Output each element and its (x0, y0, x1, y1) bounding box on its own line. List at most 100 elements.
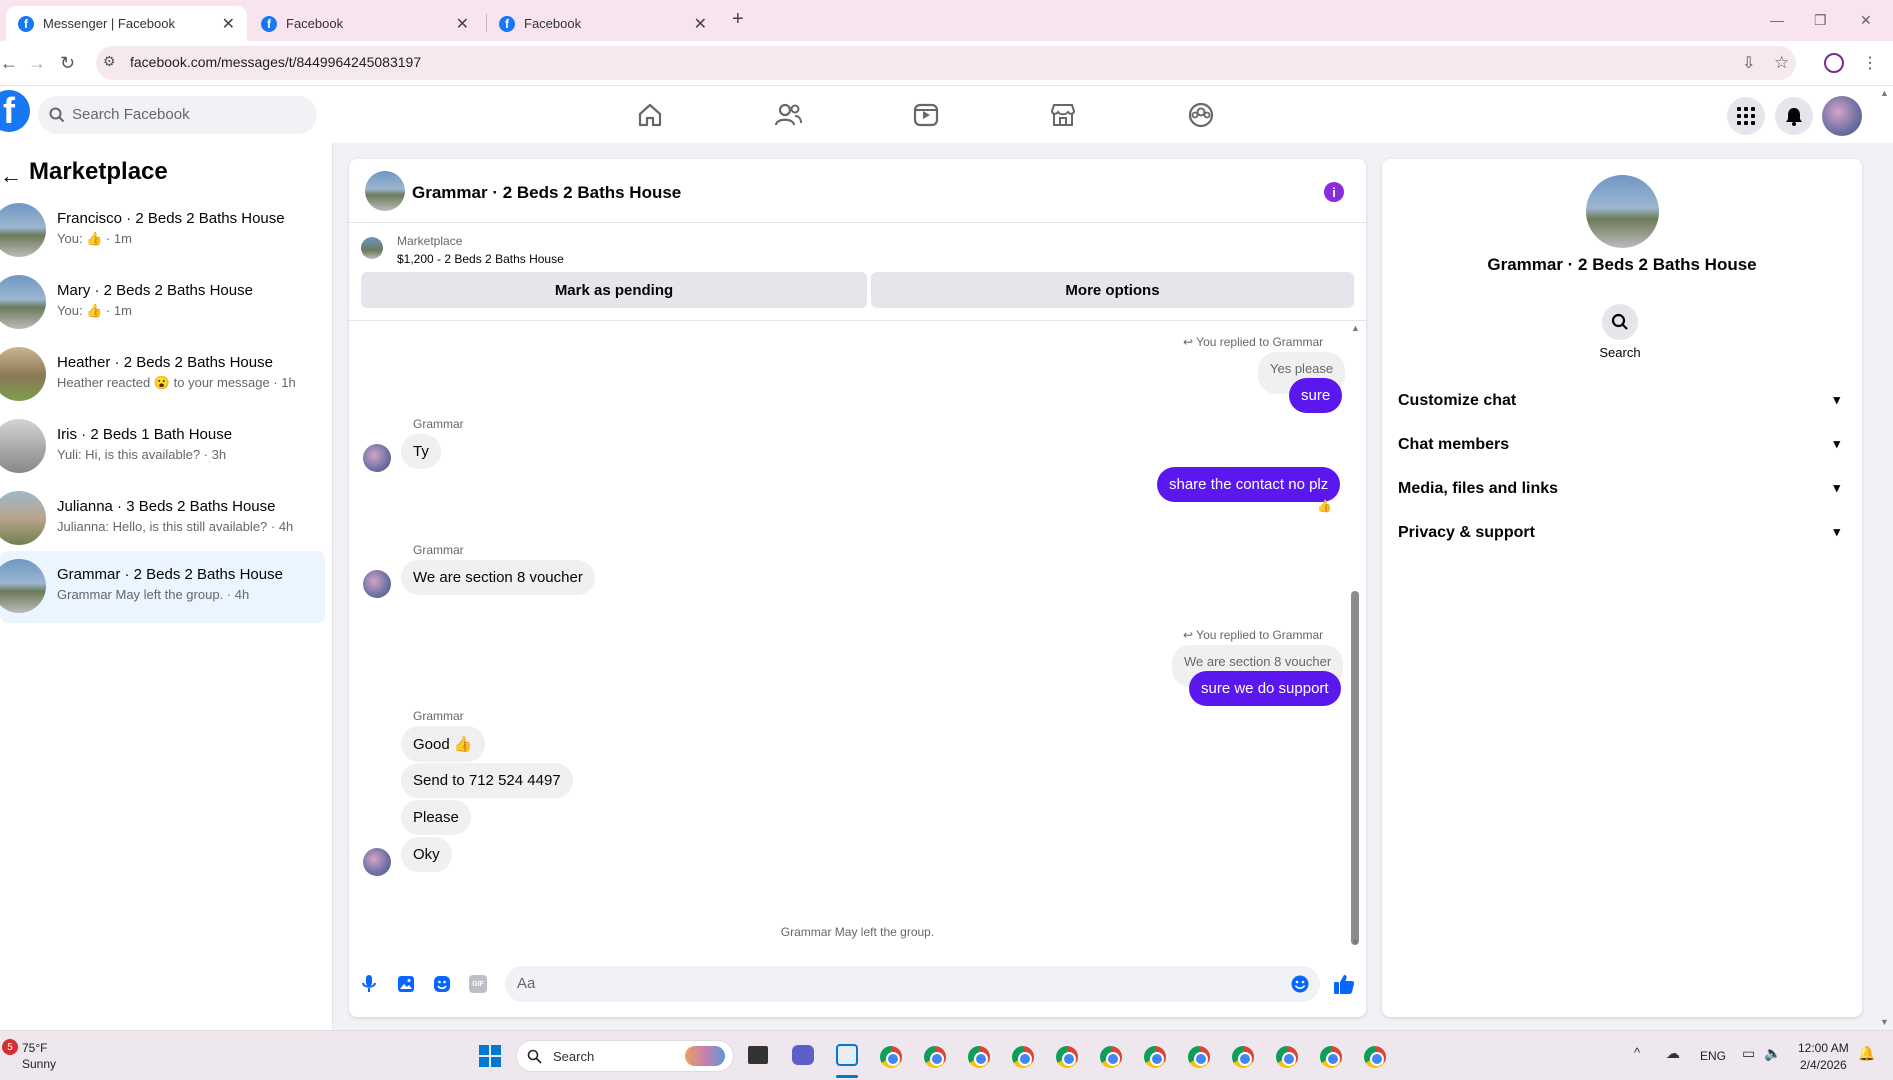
chrome-icon[interactable] (1320, 1046, 1342, 1068)
more-options-button[interactable]: More options (871, 272, 1354, 308)
reaction-thumbs-up-icon[interactable]: 👍 (1317, 499, 1332, 513)
taskbar-search-box[interactable]: Search (516, 1040, 734, 1072)
incoming-message[interactable]: Send to 712 524 4497 (401, 763, 573, 798)
incoming-message[interactable]: Good 👍 (401, 726, 485, 762)
contact-avatar[interactable] (363, 848, 391, 876)
close-tab-icon[interactable]: ✕ (694, 14, 707, 34)
outgoing-message[interactable]: sure (1289, 378, 1343, 413)
chrome-icon[interactable] (1188, 1046, 1210, 1068)
chrome-icon[interactable] (1364, 1046, 1386, 1068)
media-files-links-section[interactable]: Media, files and links ▾ (1398, 469, 1846, 509)
restore-icon[interactable]: ❐ (1814, 12, 1827, 29)
chrome-icon[interactable] (1232, 1046, 1254, 1068)
video-icon[interactable] (911, 100, 941, 130)
chat-members-section[interactable]: Chat members ▾ (1398, 425, 1846, 465)
reload-icon[interactable]: ↻ (60, 53, 75, 74)
close-tab-icon[interactable]: ✕ (222, 14, 235, 34)
forward-icon[interactable]: → (28, 53, 46, 74)
conversation-item[interactable]: Mary · 2 Beds 2 Baths House You: 👍 · 1m (0, 267, 325, 339)
conversation-item[interactable]: Julianna · 3 Beds 2 Baths House Julianna… (0, 483, 325, 555)
incoming-message[interactable]: We are section 8 voucher (401, 560, 595, 595)
chrome-icon[interactable] (1276, 1046, 1298, 1068)
conversation-item[interactable]: Iris · 2 Beds 1 Bath House Yuli: Hi, is … (0, 411, 325, 483)
weather-condition[interactable]: Sunny (22, 1057, 56, 1071)
microphone-icon[interactable] (361, 974, 377, 994)
message-input[interactable]: Aa (505, 966, 1320, 1002)
show-hidden-icons[interactable]: ^ (1634, 1045, 1640, 1060)
browser-menu-icon[interactable]: ⋮ (1862, 53, 1878, 73)
task-view-icon[interactable] (748, 1046, 768, 1064)
sticker-icon[interactable] (433, 975, 451, 993)
chat-details-thumbnail[interactable] (1586, 175, 1659, 248)
search-facebook-input[interactable]: Search Facebook (38, 96, 317, 134)
outgoing-message[interactable]: sure we do support (1189, 671, 1341, 706)
snipping-tool-icon[interactable] (836, 1044, 858, 1066)
incoming-message[interactable]: Oky (401, 837, 452, 872)
incoming-message[interactable]: Ty (401, 434, 441, 469)
install-app-icon[interactable]: ⇩ (1742, 53, 1755, 73)
clock-date[interactable]: 2/4/2026 (1800, 1058, 1847, 1072)
chat-scrollbar[interactable] (1351, 591, 1359, 945)
minimize-icon[interactable]: — (1770, 12, 1784, 28)
cloud-off-icon[interactable]: ☁ (1666, 1045, 1680, 1062)
customize-chat-section[interactable]: Customize chat ▾ (1398, 381, 1846, 421)
conversation-item-selected[interactable]: Grammar · 2 Beds 2 Baths House Grammar M… (0, 551, 325, 623)
close-window-icon[interactable]: ✕ (1860, 12, 1872, 29)
outgoing-message[interactable]: share the contact no plz (1157, 467, 1341, 502)
conversation-info-icon[interactable]: i (1324, 182, 1344, 202)
input-language[interactable]: ENG (1700, 1049, 1726, 1063)
page-scroll-up-icon[interactable]: ▲ (1880, 88, 1889, 98)
scroll-down-icon[interactable]: ▼ (1351, 937, 1360, 947)
chrome-icon[interactable] (880, 1046, 902, 1068)
contact-avatar[interactable] (363, 444, 391, 472)
close-tab-icon[interactable]: ✕ (456, 14, 469, 34)
mark-as-pending-button[interactable]: Mark as pending (361, 272, 867, 308)
scroll-up-icon[interactable]: ▲ (1351, 323, 1360, 333)
contact-avatar[interactable] (363, 570, 391, 598)
chrome-icon[interactable] (968, 1046, 990, 1068)
windows-start-icon[interactable] (479, 1045, 501, 1067)
bookmark-star-icon[interactable]: ☆ (1774, 53, 1789, 73)
notification-bell-icon[interactable]: 🔔 (1858, 1045, 1875, 1062)
volume-icon[interactable]: 🔈 (1764, 1045, 1781, 1062)
photo-icon[interactable] (397, 975, 415, 993)
temperature[interactable]: 75°F (22, 1041, 47, 1055)
back-arrow-icon[interactable]: ← (0, 163, 22, 189)
tab-facebook-2[interactable]: f Facebook ✕ (487, 6, 719, 41)
listing-thumbnail[interactable] (361, 237, 383, 259)
chrome-icon[interactable] (1100, 1046, 1122, 1068)
chrome-icon[interactable] (1144, 1046, 1166, 1068)
chat-thumbnail[interactable] (365, 171, 405, 211)
facebook-logo-icon[interactable]: f (0, 90, 30, 132)
like-thumbs-up-icon[interactable] (1333, 973, 1355, 995)
profile-icon[interactable] (1824, 53, 1844, 73)
site-info-icon[interactable]: ⚙ (103, 53, 116, 70)
groups-icon[interactable] (1186, 100, 1216, 130)
home-icon[interactable] (635, 100, 665, 130)
back-icon[interactable]: ← (0, 53, 18, 74)
search-in-conversation-button[interactable] (1602, 304, 1638, 340)
listing-title[interactable]: $1,200 - 2 Beds 2 Baths House (397, 252, 564, 266)
clock-time[interactable]: 12:00 AM (1798, 1041, 1849, 1055)
privacy-support-section[interactable]: Privacy & support ▾ (1398, 513, 1846, 553)
friends-icon[interactable] (773, 100, 803, 130)
gif-icon[interactable]: GIF (469, 975, 487, 993)
teams-icon[interactable] (792, 1045, 814, 1065)
incoming-message[interactable]: Please (401, 800, 471, 835)
menu-grid-icon[interactable] (1727, 97, 1765, 135)
account-avatar[interactable] (1822, 96, 1862, 136)
network-icon[interactable]: ▭ (1742, 1045, 1755, 1062)
chat-title[interactable]: Grammar · 2 Beds 2 Baths House (412, 183, 681, 203)
tab-facebook-1[interactable]: f Facebook ✕ (249, 6, 481, 41)
chrome-icon[interactable] (1012, 1046, 1034, 1068)
marketplace-icon[interactable] (1048, 100, 1078, 130)
conversation-item[interactable]: Francisco · 2 Beds 2 Baths House You: 👍 … (0, 195, 325, 267)
conversation-item[interactable]: Heather · 2 Beds 2 Baths House Heather r… (0, 339, 325, 411)
url-text[interactable]: facebook.com/messages/t/8449964245083197 (130, 54, 421, 70)
tab-messenger[interactable]: f Messenger | Facebook ✕ (6, 6, 247, 41)
page-scroll-down-icon[interactable]: ▼ (1880, 1017, 1889, 1027)
emoji-icon[interactable] (1291, 975, 1309, 993)
new-tab-icon[interactable]: + (732, 8, 744, 31)
notifications-bell-icon[interactable] (1775, 97, 1813, 135)
chrome-icon[interactable] (1056, 1046, 1078, 1068)
